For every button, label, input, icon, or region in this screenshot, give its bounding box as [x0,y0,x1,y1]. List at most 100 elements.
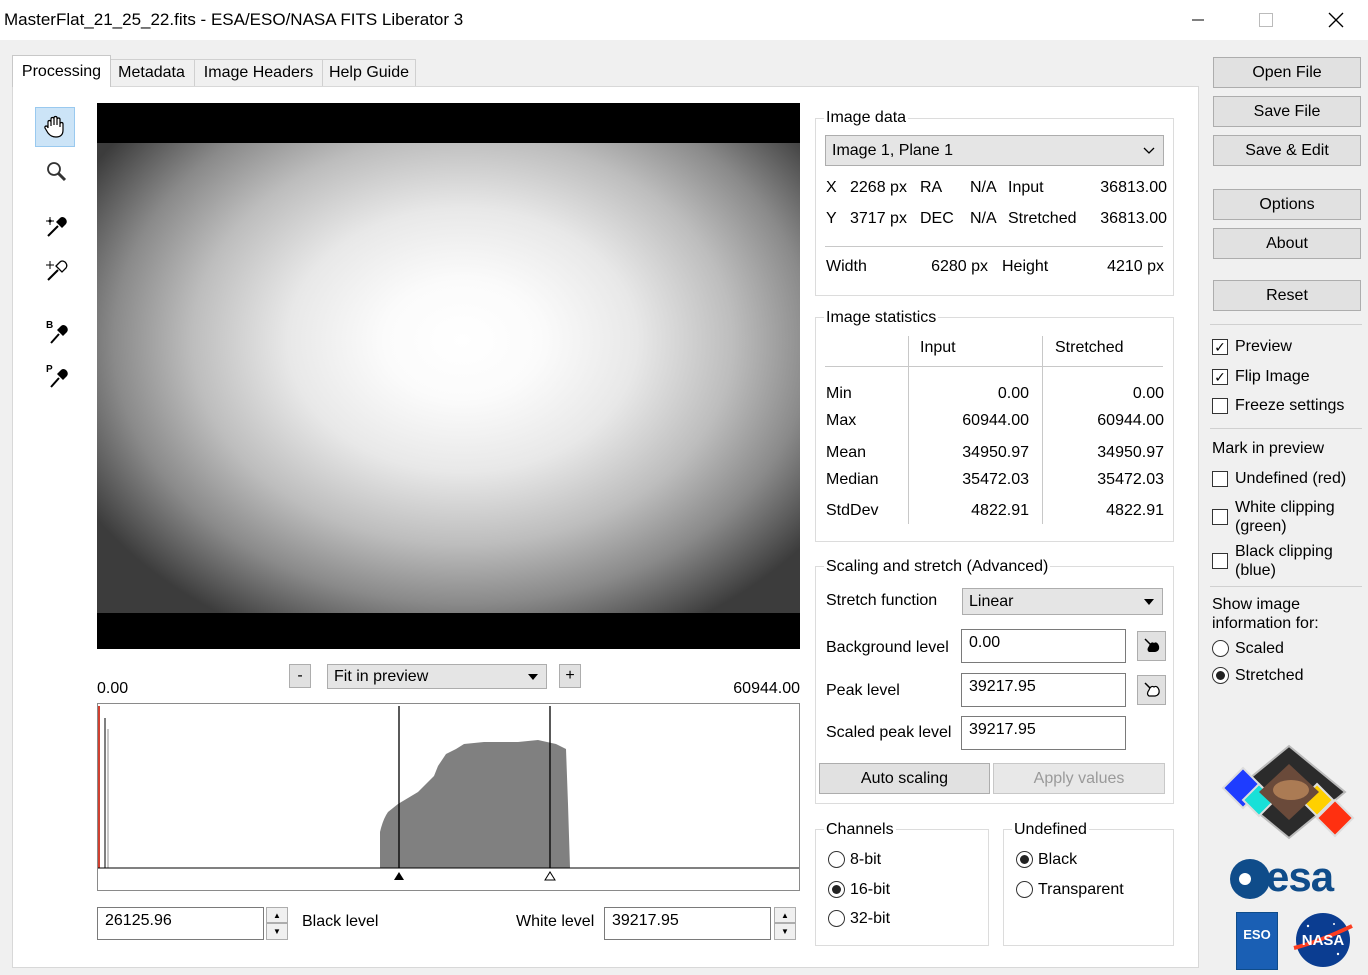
zoom-tool-button[interactable] [37,152,77,192]
white-clipping-check[interactable] [1212,509,1228,525]
hand-tool-button[interactable] [35,107,75,147]
background-picker-button[interactable] [1137,631,1166,661]
stats-row-input: 60944.00 [962,412,1029,429]
histogram-panel[interactable] [97,703,800,891]
radio-stretched[interactable] [1212,667,1229,684]
white-level-up-button[interactable]: ▲ [774,907,796,923]
tab-processing[interactable]: Processing [12,55,111,87]
stretch-function-label: Stretch function [826,592,938,609]
close-button[interactable] [1306,0,1366,40]
zoom-select[interactable]: Fit in preview [327,664,547,689]
undefined-red-checkbox[interactable]: Undefined (red) [1212,470,1362,490]
black-level-handle[interactable] [394,872,404,880]
radio-32bit[interactable] [828,910,845,927]
undefined-red-check[interactable] [1212,471,1228,487]
stats-row-stretched: 60944.00 [1097,412,1164,429]
freeze-settings-checkbox[interactable]: Freeze settings [1212,397,1362,417]
eyedropper-background-tool[interactable]: B [37,312,77,352]
black-clipping-checkbox[interactable]: Black clipping (blue) [1212,543,1362,581]
white-level-input[interactable]: 39217.95 [604,907,771,940]
undefined-title: Undefined [1012,821,1089,839]
stats-col-divider-2 [1042,336,1043,524]
height-value: 4210 px [1107,258,1164,275]
radio-scaled[interactable] [1212,640,1229,657]
stats-row-input: 34950.97 [962,444,1029,461]
white-level-handle[interactable] [544,871,556,881]
image-preview[interactable] [97,103,800,649]
y-value: 3717 px [850,210,907,227]
plane-select[interactable]: Image 1, Plane 1 [825,135,1164,166]
info-stretched-option[interactable]: Stretched [1212,667,1362,687]
eyedropper-peak-tool[interactable]: P [37,356,77,396]
tab-image-headers[interactable]: Image Headers [194,59,323,86]
eyedropper-white-tool[interactable] [37,251,77,291]
stats-header-divider [825,366,1163,367]
tab-metadata[interactable]: Metadata [108,59,195,86]
tab-help-guide[interactable]: Help Guide [322,59,416,86]
white-level-label: White level [516,913,595,930]
radio-16bit[interactable] [828,881,845,898]
stretch-function-select[interactable]: Linear [962,588,1163,615]
divider [825,246,1163,247]
undefined-transparent-label: Transparent [1038,881,1124,898]
show-info-title-1: Show image [1212,596,1301,613]
stats-row-stretched: 0.00 [1132,385,1164,402]
eyedropper-black-tool[interactable] [37,207,77,247]
peak-level-input[interactable]: 39217.95 [961,673,1126,707]
scaled-peak-level-label: Scaled peak level [826,724,952,741]
stats-row-label: Mean [826,444,867,461]
save-file-button[interactable]: Save File [1213,96,1361,127]
radio-black[interactable] [1016,851,1033,868]
info-scaled-option[interactable]: Scaled [1212,640,1362,660]
scaled-peak-level-input[interactable]: 39217.95 [961,716,1126,750]
black-level-up-button[interactable]: ▲ [266,907,288,923]
background-level-input[interactable]: 0.00 [961,629,1126,663]
black-level-spinner[interactable]: ▲ ▼ [266,907,288,940]
preview-check[interactable]: ✓ [1212,339,1228,355]
channel-16bit-option[interactable]: 16-bit [828,881,978,903]
input-value: 36813.00 [1100,179,1167,196]
undefined-black-label: Black [1038,851,1078,868]
eyedropper-icon [46,217,67,237]
auto-scaling-button[interactable]: Auto scaling [819,763,990,794]
radio-transparent[interactable] [1016,881,1033,898]
save-edit-button[interactable]: Save & Edit [1213,135,1361,166]
x-value: 2268 px [850,179,907,196]
flip-image-check[interactable]: ✓ [1212,369,1228,385]
undefined-transparent-option[interactable]: Transparent [1016,881,1166,903]
apply-values-button[interactable]: Apply values [993,763,1165,794]
maximize-button[interactable] [1236,0,1296,40]
channel-32bit-option[interactable]: 32-bit [828,910,978,932]
channel-8bit-option[interactable]: 8-bit [828,851,978,873]
white-level-down-button[interactable]: ▼ [774,923,796,940]
white-clipping-checkbox[interactable]: White clipping (green) [1212,499,1362,537]
width-label: Width [826,258,867,275]
magnifier-icon [47,162,67,182]
black-level-input[interactable]: 26125.96 [97,907,264,940]
minimize-button[interactable] [1168,0,1228,40]
open-file-button[interactable]: Open File [1213,57,1361,88]
options-button[interactable]: Options [1213,189,1361,220]
about-button[interactable]: About [1213,228,1361,259]
freeze-settings-check[interactable] [1212,398,1228,414]
black-level-down-button[interactable]: ▼ [266,923,288,940]
preview-checkbox[interactable]: ✓ Preview [1212,338,1362,358]
undefined-black-option[interactable]: Black [1016,851,1166,873]
background-level-label: Background level [826,639,949,656]
zoom-in-button[interactable]: + [559,664,581,688]
flip-image-checkbox[interactable]: ✓ Flip Image [1212,368,1362,388]
eso-wordmark: ESO [1243,927,1271,942]
reset-button[interactable]: Reset [1213,280,1361,311]
stats-row-stretched: 34950.97 [1097,444,1164,461]
dec-value: N/A [970,210,997,227]
image-data-title: Image data [824,109,909,127]
dec-label: DEC [920,210,954,227]
black-clipping-check[interactable] [1212,553,1228,569]
radio-8bit[interactable] [828,851,845,868]
freeze-settings-label: Freeze settings [1235,397,1345,414]
peak-picker-button[interactable] [1137,675,1166,705]
zoom-out-button[interactable]: - [289,664,311,688]
black-clipping-label-2: (blue) [1235,562,1276,579]
white-level-spinner[interactable]: ▲ ▼ [774,907,796,940]
undefined-red-label: Undefined (red) [1235,470,1347,487]
